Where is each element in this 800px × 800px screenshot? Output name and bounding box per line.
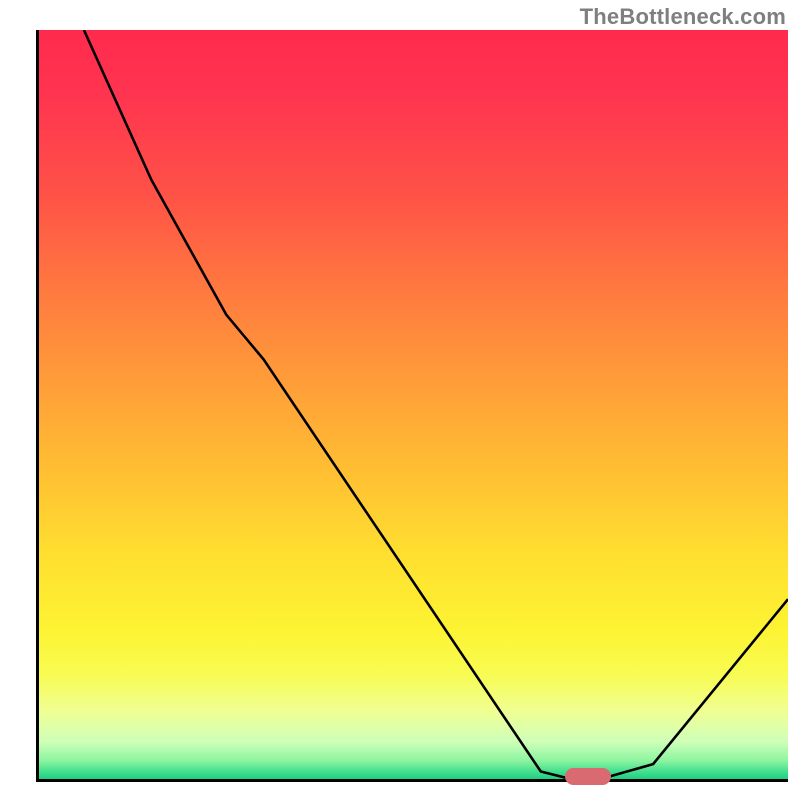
chart-plot-area <box>36 30 788 782</box>
chart-line <box>39 30 788 779</box>
optimal-marker <box>565 768 610 785</box>
curve-path <box>84 30 788 779</box>
watermark-text: TheBottleneck.com <box>580 4 786 30</box>
